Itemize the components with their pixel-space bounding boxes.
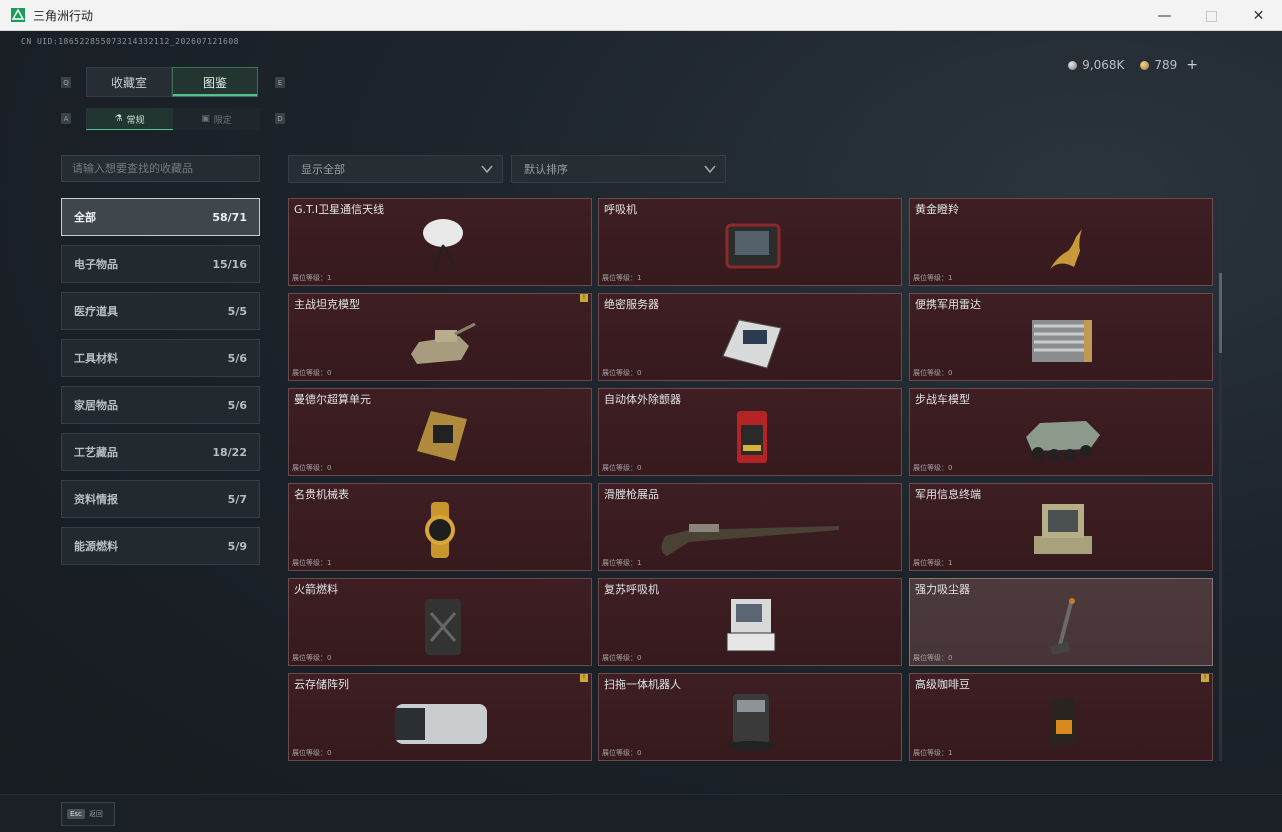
item-card[interactable]: 云存储阵列 ! 展位等级：0 [288,673,592,761]
satellite-antenna-icon [423,219,463,270]
grid-scrollbar[interactable] [1219,198,1222,761]
card-icon: ▣ [201,114,210,124]
item-card[interactable]: 绝密服务器 展位等级：0 [598,293,902,381]
gold-coin: 789 + [1140,57,1198,73]
item-card[interactable]: 强力吸尘器 展位等级：0 [909,578,1213,666]
chevron-down-icon [481,165,493,174]
search-input[interactable] [61,155,260,182]
subtab-limited[interactable]: ▣ 限定 [173,108,260,130]
item-card[interactable]: 名贵机械表 展位等级：1 [288,483,592,571]
minimize-icon[interactable]: — [1141,0,1188,31]
category-medical[interactable]: 医疗道具 5/5 [61,292,260,330]
window-title: 三角洲行动 [33,8,94,23]
item-card[interactable]: 高级咖啡豆 ! 展位等级：1 [909,673,1213,761]
chevron-down-icon [704,165,716,174]
footer-bar: Esc 返回 [0,794,1282,832]
military-terminal-icon [1034,504,1092,554]
back-button[interactable]: Esc 返回 [61,802,115,826]
gold-coin-icon [1140,60,1150,70]
warning-icon: ! [580,674,588,682]
item-card[interactable]: 军用信息终端 展位等级：1 [909,483,1213,571]
item-card[interactable]: 便携军用雷达 展位等级：0 [909,293,1213,381]
category-sidebar: 全部 58/71 电子物品 15/16 医疗道具 5/5 工具材料 5/6 家居物品 5/… [61,198,260,574]
warning-icon: ! [1201,674,1209,682]
tab-collection-room[interactable]: 收藏室 [86,67,172,97]
currency-bar: 9,068K 789 + [1068,57,1198,73]
flask-icon: ⚗ [114,114,123,124]
resuscitator-icon [726,599,776,652]
item-grid: G.T.I卫星通信天线 展位等级：1 呼吸机 展位等级：1 黄金瞪羚 展位等级：… [288,198,1213,761]
category-all[interactable]: 全部 58/71 [61,198,260,236]
add-currency-button[interactable]: + [1186,57,1198,73]
tab-codex[interactable]: 图鉴 [172,67,258,97]
keyhint-a: A [61,113,71,124]
subtab-regular[interactable]: ⚗ 常规 [86,108,173,130]
watch-icon [425,502,455,558]
keyhint-d: D [275,113,285,124]
item-card[interactable]: G.T.I卫星通信天线 展位等级：1 [288,198,592,286]
filter-dropdown[interactable]: 显示全部 [288,155,503,183]
ventilator-icon [725,223,781,269]
warning-icon: ! [580,294,588,302]
cloud-storage-icon [395,704,487,744]
golden-gazelle-icon [1050,229,1082,269]
keyhint-q: Q [61,77,71,88]
item-card[interactable]: 自动体外除颤器 展位等级：0 [598,388,902,476]
musket-icon [661,524,839,556]
category-crafts[interactable]: 工艺藏品 18/22 [61,433,260,471]
item-card[interactable]: 呼吸机 展位等级：1 [598,198,902,286]
item-card[interactable]: 曼德尔超算单元 展位等级：0 [288,388,592,476]
item-card[interactable]: 滑膛枪展品 展位等级：1 [598,483,902,571]
scroll-thumb[interactable] [1219,273,1222,353]
sub-tabs: ⚗ 常规 ▣ 限定 [86,108,260,130]
coffee-beans-icon [1050,698,1076,746]
silver-coin-icon [1068,60,1078,70]
category-tools[interactable]: 工具材料 5/6 [61,339,260,377]
category-energy[interactable]: 能源燃料 5/9 [61,527,260,565]
rocket-fuel-icon [425,599,461,655]
silver-coin: 9,068K [1068,58,1124,72]
item-card[interactable]: 扫拖一体机器人 展位等级：0 [598,673,902,761]
main-tabs: 收藏室 图鉴 [86,67,258,97]
app-logo-icon [11,8,25,22]
category-household[interactable]: 家居物品 5/6 [61,386,260,424]
vacuum-cleaner-icon [1050,598,1075,655]
defibrillator-icon [737,411,767,463]
close-icon[interactable]: ✕ [1235,0,1282,31]
category-intel[interactable]: 资料情报 5/7 [61,480,260,518]
server-icon [722,319,782,369]
maximize-icon[interactable]: □ [1188,0,1235,31]
radar-icon [1032,320,1092,362]
ifv-model-icon [1026,421,1100,461]
player-uid: CN UID:18652285507321433211​2_2026071216… [21,37,239,46]
item-card[interactable]: 火箭燃料 展位等级：0 [288,578,592,666]
game-screen: CN UID:18652285507321433211​2_2026071216… [0,31,1282,832]
item-card[interactable]: 黄金瞪羚 展位等级：1 [909,198,1213,286]
window-titlebar: 三角洲行动 — □ ✕ [0,0,1282,31]
keyhint-e: E [275,77,285,88]
sort-dropdown[interactable]: 默认排序 [511,155,726,183]
item-card[interactable]: 步战车模型 展位等级：0 [909,388,1213,476]
item-card[interactable]: 主战坦克模型 ! 展位等级：0 [288,293,592,381]
item-card[interactable]: 复苏呼吸机 展位等级：0 [598,578,902,666]
robot-vacuum-icon [727,694,775,751]
supercomputer-unit-icon [417,411,467,461]
category-electronics[interactable]: 电子物品 15/16 [61,245,260,283]
esc-key-icon: Esc [67,809,85,819]
tank-model-icon [411,322,476,364]
